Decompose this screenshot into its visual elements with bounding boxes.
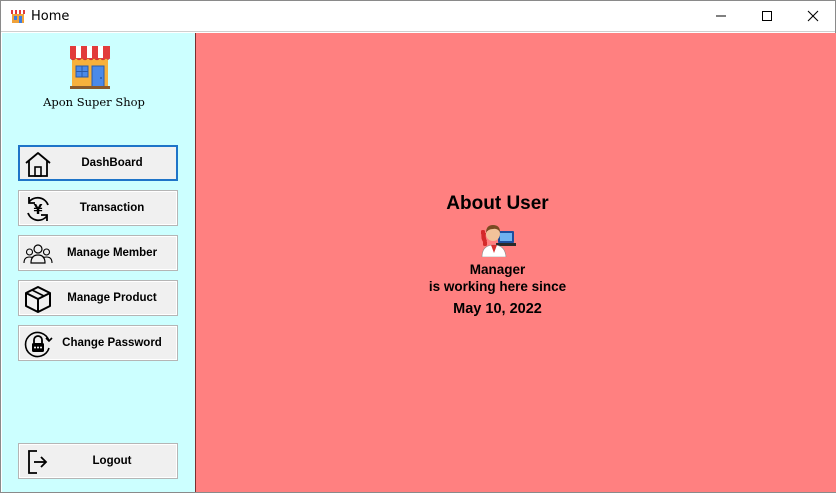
maximize-icon bbox=[762, 11, 772, 21]
transaction-button[interactable]: ¥ Transaction bbox=[18, 190, 178, 226]
app-window: Home Apon Super Shop DashBoard ¥ Transac… bbox=[0, 0, 836, 493]
svg-text:¥: ¥ bbox=[33, 203, 42, 218]
shop-icon bbox=[11, 10, 25, 23]
sidebar: Apon Super Shop DashBoard ¥ Transaction bbox=[2, 33, 195, 492]
change-password-button[interactable]: Change Password bbox=[18, 325, 178, 361]
title-bar[interactable]: Home bbox=[1, 1, 835, 32]
nav-label: Logout bbox=[92, 455, 132, 467]
nav-label: Manage Product bbox=[67, 292, 157, 304]
close-button[interactable] bbox=[790, 1, 836, 31]
window-title: Home bbox=[31, 9, 70, 24]
minimize-button[interactable] bbox=[698, 1, 744, 31]
minimize-icon bbox=[716, 15, 726, 17]
about-user-title: About User bbox=[446, 193, 549, 214]
working-since-label: is working here since bbox=[428, 279, 567, 294]
close-icon bbox=[807, 10, 819, 22]
nav-label: Change Password bbox=[62, 337, 162, 349]
nav-label: Manage Member bbox=[66, 247, 158, 259]
store-icon bbox=[69, 46, 111, 89]
dashboard-button[interactable]: DashBoard bbox=[18, 145, 178, 181]
main-panel: About User Manager is working here since… bbox=[196, 33, 836, 492]
nav-label: DashBoard bbox=[81, 157, 143, 169]
user-role: Manager bbox=[469, 262, 526, 277]
logout-button[interactable]: Logout bbox=[18, 443, 178, 479]
manage-product-button[interactable]: Manage Product bbox=[18, 280, 178, 316]
maximize-button[interactable] bbox=[744, 1, 790, 31]
manager-icon bbox=[481, 225, 516, 257]
shop-name: Apon Super Shop bbox=[43, 95, 145, 109]
working-since-date: May 10, 2022 bbox=[453, 301, 542, 317]
nav-label: Transaction bbox=[79, 202, 145, 214]
manage-member-button[interactable]: Manage Member bbox=[18, 235, 178, 271]
